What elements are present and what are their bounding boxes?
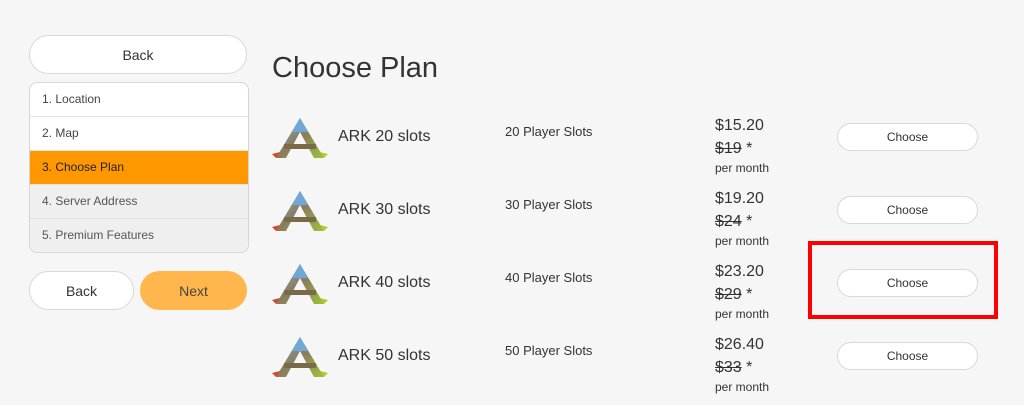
step-location[interactable]: 1. Location (30, 83, 248, 117)
back-button[interactable]: Back (29, 271, 134, 310)
next-button[interactable]: Next (140, 271, 247, 310)
top-back-button[interactable]: Back (29, 35, 247, 74)
price-original: $33 * (715, 358, 795, 378)
price-old-amount: $19 (715, 140, 742, 157)
price-current: $19.20 (715, 190, 764, 207)
plan-name: ARK 50 slots (338, 347, 431, 364)
step-map[interactable]: 2. Map (30, 117, 248, 151)
choose-button[interactable]: Choose (837, 269, 978, 297)
price-period: per month (715, 161, 770, 175)
plan-row: ARK 20 slots 20 Player Slots $15.20 $19 … (272, 116, 992, 186)
price-footnote-mark: * (741, 286, 753, 303)
plan-price: $26.40 $33 * per month (715, 335, 795, 394)
plan-price: $15.20 $19 * per month (715, 116, 795, 175)
plan-slots: 20 Player Slots (505, 124, 593, 139)
price-period: per month (715, 307, 770, 321)
choose-button[interactable]: Choose (837, 123, 978, 151)
wizard-steps: 1. Location 2. Map 3. Choose Plan 4. Ser… (29, 82, 249, 253)
price-footnote-mark: * (741, 359, 753, 376)
ark-logo-icon (272, 118, 328, 158)
choose-button[interactable]: Choose (837, 196, 978, 224)
plan-slots: 50 Player Slots (505, 343, 593, 358)
price-original: $24 * (715, 212, 795, 232)
ark-logo-icon (272, 264, 328, 304)
price-current: $23.20 (715, 263, 764, 280)
price-original: $29 * (715, 285, 795, 305)
wizard-sidebar: Back 1. Location 2. Map 3. Choose Plan 4… (29, 35, 249, 310)
page-title: Choose Plan (272, 52, 439, 84)
plan-name: ARK 30 slots (338, 201, 431, 218)
plan-price: $19.20 $24 * per month (715, 189, 795, 248)
price-period: per month (715, 380, 770, 394)
price-old-amount: $24 (715, 213, 742, 230)
price-footnote-mark: * (741, 140, 753, 157)
price-original: $19 * (715, 139, 795, 159)
price-current: $26.40 (715, 336, 764, 353)
step-server-address: 4. Server Address (30, 185, 248, 219)
price-period: per month (715, 234, 770, 248)
choose-button[interactable]: Choose (837, 342, 978, 370)
price-footnote-mark: * (741, 213, 753, 230)
ark-logo-icon (272, 337, 328, 377)
plan-row: ARK 50 slots 50 Player Slots $26.40 $33 … (272, 335, 992, 405)
plan-price: $23.20 $29 * per month (715, 262, 795, 321)
plan-name: ARK 20 slots (338, 128, 431, 145)
plan-slots: 40 Player Slots (505, 270, 593, 285)
plan-row: ARK 30 slots 30 Player Slots $19.20 $24 … (272, 189, 992, 259)
plan-slots: 30 Player Slots (505, 197, 593, 212)
price-old-amount: $33 (715, 359, 742, 376)
price-old-amount: $29 (715, 286, 742, 303)
price-current: $15.20 (715, 117, 764, 134)
plan-row: ARK 40 slots 40 Player Slots $23.20 $29 … (272, 262, 992, 332)
plan-name: ARK 40 slots (338, 274, 431, 291)
ark-logo-icon (272, 191, 328, 231)
step-premium-features: 5. Premium Features (30, 219, 248, 252)
wizard-nav: Back Next (29, 271, 247, 310)
step-choose-plan[interactable]: 3. Choose Plan (30, 151, 248, 185)
